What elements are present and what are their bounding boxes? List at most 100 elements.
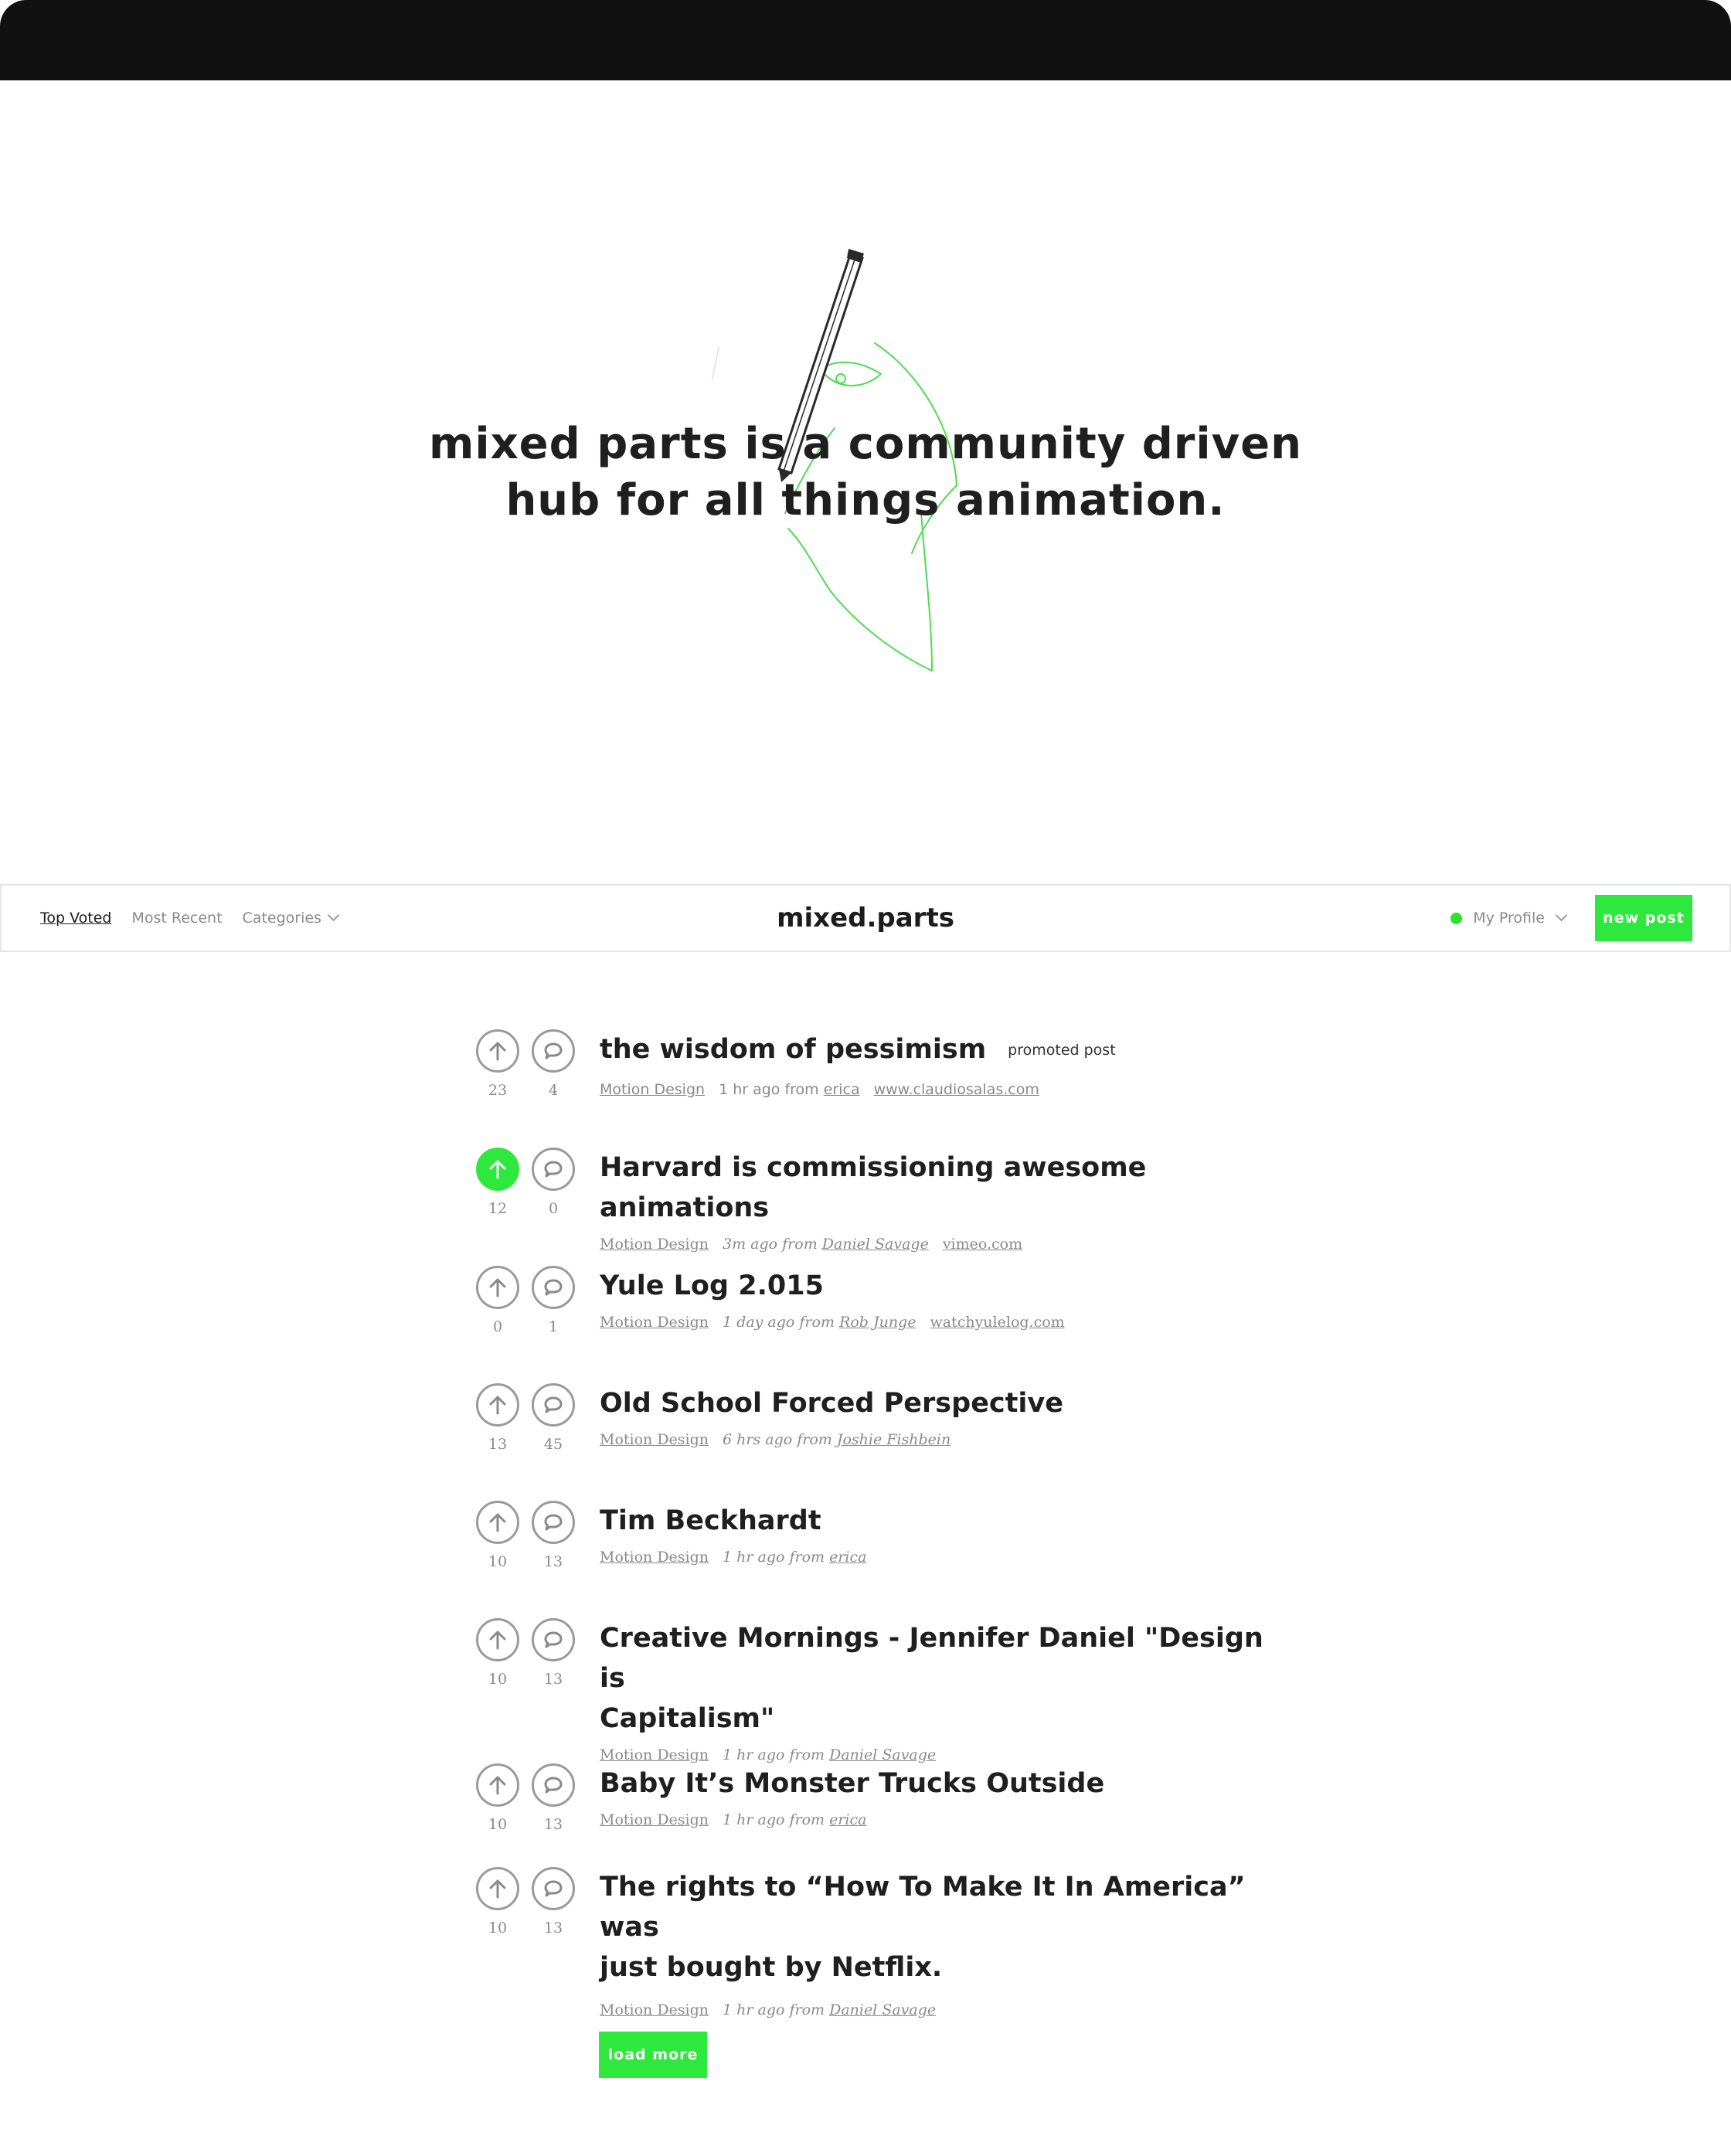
post-title-line-1: The rights to “How To Make It In America…	[600, 1872, 1246, 1943]
comment-control: 1	[532, 1266, 575, 1335]
tab-most-recent[interactable]: Most Recent	[131, 910, 222, 927]
vote-control: 10	[476, 1867, 519, 1937]
post-author[interactable]: erica	[829, 1811, 866, 1828]
post-domain[interactable]: www.claudiosalas.com	[874, 1081, 1039, 1098]
speech-bubble-icon	[544, 1396, 563, 1413]
comment-button[interactable]	[532, 1867, 575, 1910]
arrow-up-icon	[489, 1513, 506, 1532]
post-author[interactable]: Daniel Savage	[829, 1746, 936, 1763]
arrow-up-icon	[489, 1776, 506, 1795]
vote-control: 13	[476, 1383, 519, 1453]
online-dot-icon	[1450, 912, 1463, 924]
comment-control: 13	[532, 1618, 575, 1688]
post-time: 1 hr ago from	[723, 1746, 825, 1763]
speech-bubble-icon	[544, 1161, 563, 1178]
upvote-button[interactable]	[476, 1148, 519, 1191]
upvote-button[interactable]	[476, 1501, 519, 1544]
post-category[interactable]: Motion Design	[600, 1811, 709, 1828]
vote-control: 0	[476, 1266, 519, 1335]
post-time: 1 hr ago from	[723, 2001, 825, 2018]
vote-count: 23	[488, 1082, 508, 1099]
upvote-button[interactable]	[476, 1763, 519, 1807]
categories-dropdown[interactable]: Categories	[242, 909, 340, 927]
vote-count: 13	[488, 1436, 508, 1453]
post-meta: Motion Design 1 hr ago from erica www.cl…	[600, 1081, 1295, 1098]
post-title[interactable]: Harvard is commissioning awesome animati…	[600, 1148, 1295, 1228]
top-navigation-bar: Top Voted Most Recent Categories mixed.p…	[0, 884, 1731, 952]
comment-button[interactable]	[532, 1266, 575, 1309]
post-title[interactable]: The rights to “How To Make It In America…	[600, 1867, 1295, 1988]
comment-button[interactable]	[532, 1763, 575, 1807]
vote-count: 10	[488, 1671, 508, 1688]
speech-bubble-icon	[544, 1777, 563, 1794]
categories-label: Categories	[242, 910, 321, 927]
post-title[interactable]: Yule Log 2.015	[600, 1266, 1295, 1306]
post-time: 1 hr ago from	[723, 1549, 825, 1566]
vote-count: 0	[492, 1318, 503, 1335]
comment-count: 0	[548, 1200, 559, 1217]
post-domain[interactable]: watchyulelog.com	[930, 1314, 1064, 1331]
tab-top-voted[interactable]: Top Voted	[40, 910, 111, 927]
vote-count: 10	[488, 1553, 508, 1570]
post-title[interactable]: Baby It’s Monster Trucks Outside	[600, 1763, 1295, 1804]
vote-count: 10	[488, 1816, 508, 1833]
vote-count: 12	[488, 1200, 508, 1217]
profile-menu[interactable]: My Profile	[1450, 909, 1568, 927]
load-more-button[interactable]: load more	[599, 2032, 707, 2078]
post-time: 6 hrs ago from	[723, 1431, 832, 1448]
post-title[interactable]: the wisdom of pessimism	[600, 1034, 986, 1065]
hero-tagline: mixed parts is a community driven hub fo…	[0, 416, 1731, 529]
post-meta: Motion Design 1 hr ago from erica	[600, 1549, 1295, 1566]
post-meta: Motion Design 1 hr ago from erica	[600, 1811, 1295, 1828]
comment-button[interactable]	[532, 1618, 575, 1661]
comment-button[interactable]	[532, 1148, 575, 1191]
comment-control: 45	[532, 1383, 575, 1453]
post-category[interactable]: Motion Design	[600, 1314, 709, 1331]
speech-bubble-icon	[544, 1631, 563, 1648]
post-category[interactable]: Motion Design	[600, 2001, 709, 2018]
new-post-button[interactable]: new post	[1595, 895, 1692, 941]
comment-control: 13	[532, 1501, 575, 1570]
comment-control: 0	[532, 1148, 575, 1217]
post-author[interactable]: erica	[824, 1081, 860, 1098]
comment-button[interactable]	[532, 1383, 575, 1427]
post-content: Harvard is commissioning awesome animati…	[600, 1148, 1295, 1253]
upvote-button[interactable]	[476, 1867, 519, 1910]
hero-tagline-line-1: mixed parts is a community driven	[429, 419, 1302, 469]
upvote-button[interactable]	[476, 1266, 519, 1309]
comment-count: 13	[543, 1671, 563, 1688]
brand-logo[interactable]: mixed.parts	[777, 903, 954, 933]
post-meta: Motion Design 1 hr ago from Daniel Savag…	[600, 2001, 1295, 2018]
upvote-button[interactable]	[476, 1029, 519, 1073]
post-title-line-1: Creative Mornings - Jennifer Daniel "Des…	[600, 1623, 1263, 1694]
post-author[interactable]: Daniel Savage	[829, 2001, 936, 2018]
post-title[interactable]: Tim Beckhardt	[600, 1501, 1295, 1541]
post-category[interactable]: Motion Design	[600, 1549, 709, 1566]
post-domain[interactable]: vimeo.com	[943, 1236, 1022, 1253]
post-author[interactable]: Rob Junge	[839, 1314, 916, 1331]
comment-button[interactable]	[532, 1501, 575, 1544]
post-author[interactable]: Daniel Savage	[822, 1236, 929, 1253]
post-category[interactable]: Motion Design	[600, 1236, 709, 1253]
post-author[interactable]: Joshie Fishbein	[837, 1431, 951, 1448]
post-author[interactable]: erica	[829, 1549, 866, 1566]
post-meta: Motion Design 1 day ago from Rob Junge w…	[600, 1314, 1295, 1331]
arrow-up-icon	[489, 1160, 506, 1179]
comment-button[interactable]	[532, 1029, 575, 1073]
post-content: Yule Log 2.015 Motion Design 1 day ago f…	[600, 1266, 1295, 1331]
vote-control: 23	[476, 1029, 519, 1099]
post-category[interactable]: Motion Design	[600, 1081, 705, 1098]
post-category[interactable]: Motion Design	[600, 1746, 709, 1763]
upvote-button[interactable]	[476, 1618, 519, 1661]
promoted-badge: promoted post	[1008, 1042, 1116, 1059]
hero-section: mixed parts is a community driven hub fo…	[0, 80, 1731, 884]
upvote-button[interactable]	[476, 1383, 519, 1427]
post-title-row: the wisdom of pessimism promoted post	[600, 1029, 1295, 1073]
post-title[interactable]: Old School Forced Perspective	[600, 1383, 1295, 1423]
post-title[interactable]: Creative Mornings - Jennifer Daniel "Des…	[600, 1618, 1295, 1739]
post-content: Creative Mornings - Jennifer Daniel "Des…	[600, 1618, 1295, 1763]
hero-tagline-line-2: hub for all things animation.	[505, 475, 1226, 525]
comment-count: 13	[543, 1816, 563, 1833]
post-category[interactable]: Motion Design	[600, 1431, 709, 1448]
arrow-up-icon	[489, 1042, 506, 1061]
